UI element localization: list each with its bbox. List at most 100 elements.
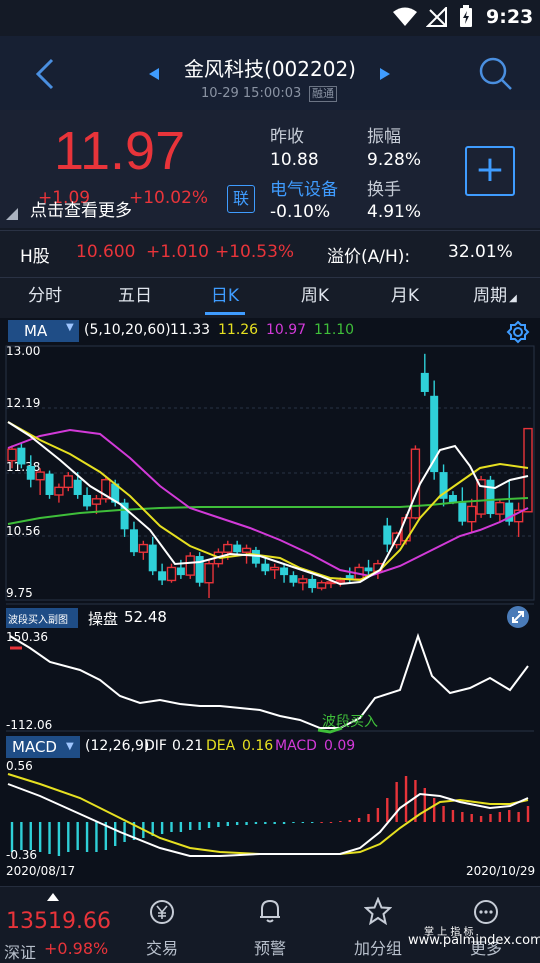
candle-body bbox=[495, 501, 505, 515]
candle-body bbox=[269, 566, 280, 571]
macd-bar bbox=[95, 822, 98, 852]
macd-bar bbox=[85, 822, 89, 852]
tab-monthly-k[interactable]: 月K bbox=[360, 278, 450, 318]
period-tabs: 分时 五日 日K 周K 月K 周期 ◢ bbox=[0, 278, 540, 318]
macd-bar bbox=[29, 822, 32, 850]
macd-bar bbox=[235, 822, 239, 825]
macd-bar bbox=[386, 798, 389, 822]
macd-bar bbox=[461, 812, 464, 822]
sector-change: -0.10% bbox=[270, 202, 331, 222]
sub-indicator-value: 52.48 bbox=[124, 608, 167, 626]
macd-bar bbox=[470, 814, 473, 822]
candle-body bbox=[45, 473, 54, 495]
macd-bar bbox=[273, 822, 276, 824]
macd-bar bbox=[189, 822, 192, 830]
candle-body bbox=[523, 427, 533, 513]
indicator-selector-macd[interactable]: MACD ▼ bbox=[6, 736, 80, 758]
macd-bar bbox=[301, 822, 305, 823]
indicator-selector-sub[interactable]: 波段买入副图 bbox=[6, 608, 78, 628]
dif-label: DIF bbox=[144, 738, 167, 754]
tab-period[interactable]: 周期 ◢ bbox=[450, 278, 540, 318]
macd-value: 0.09 bbox=[324, 738, 356, 754]
linked-badge[interactable]: 联 bbox=[227, 185, 255, 213]
add-watchlist-button[interactable]: + bbox=[465, 146, 515, 196]
candle-body bbox=[364, 567, 373, 572]
dropdown-triangle-icon: ◢ bbox=[509, 293, 517, 304]
macd-bar bbox=[264, 822, 267, 824]
macd-bar bbox=[226, 822, 229, 826]
candle-body bbox=[383, 525, 392, 545]
macd-bar bbox=[245, 822, 248, 825]
candles-group bbox=[7, 353, 533, 598]
macd-bar bbox=[198, 822, 201, 830]
date-start: 2020/08/17 bbox=[6, 864, 76, 878]
more-detail-link[interactable]: 点击查看更多 bbox=[30, 196, 132, 221]
status-bar: 9:23 bbox=[0, 0, 540, 36]
macd-bar bbox=[526, 806, 530, 822]
tab-five-day[interactable]: 五日 bbox=[90, 278, 180, 318]
h-share-row[interactable]: H股 10.600 +1.010 +10.53% 溢价(A/H): 32.01% bbox=[0, 230, 540, 278]
star-icon bbox=[364, 897, 392, 925]
expand-icon[interactable] bbox=[507, 606, 529, 628]
expand-up-icon[interactable] bbox=[47, 893, 59, 901]
nav-add-group[interactable]: 加分组 bbox=[324, 887, 432, 961]
nav-alert-label: 预警 bbox=[253, 939, 286, 958]
tab-daily-k[interactable]: 日K bbox=[180, 278, 270, 318]
date-end: 2020/10/29 bbox=[466, 864, 536, 878]
next-stock-icon[interactable] bbox=[379, 67, 391, 81]
macd-ymax: 0.56 bbox=[6, 759, 33, 773]
operating-line bbox=[9, 632, 529, 729]
candle-body bbox=[476, 479, 486, 515]
search-icon[interactable] bbox=[478, 56, 514, 92]
kline-chart-area[interactable]: MA ▼ (5,10,20,60) 11.33 11.26 10.97 11.1… bbox=[0, 318, 540, 886]
h-share-change: +1.010 bbox=[146, 242, 209, 262]
candle-body bbox=[223, 543, 233, 553]
watermark-line2: www.palmindex.com bbox=[408, 933, 540, 948]
premium-value: 32.01% bbox=[448, 242, 513, 262]
index-name: 深证 bbox=[4, 943, 37, 962]
candle-body bbox=[308, 578, 317, 589]
macd-dropdown-icon: ▼ bbox=[66, 741, 74, 752]
index-value[interactable]: 13519.66 bbox=[6, 909, 111, 934]
candle-body bbox=[185, 555, 195, 576]
candle-body bbox=[129, 529, 138, 553]
nav-trade-label: 交易 bbox=[145, 939, 178, 958]
bottom-nav: 13519.66 深证 +0.98% 交易 预警 加分组 更多 掌 上 指 标 … bbox=[0, 886, 540, 962]
sector-link[interactable]: 电气设备 bbox=[270, 175, 338, 200]
macd-bar bbox=[311, 822, 314, 823]
last-price: 11.97 bbox=[54, 121, 186, 181]
candle-body bbox=[54, 486, 64, 496]
dea-label: DEA bbox=[206, 738, 236, 754]
battery-charging-icon bbox=[460, 5, 472, 27]
price-change-pct: +10.02% bbox=[129, 188, 209, 208]
index-pct: +0.98% bbox=[44, 939, 109, 958]
candle-body bbox=[26, 465, 35, 480]
macd-bar bbox=[451, 810, 455, 822]
macd-bar bbox=[404, 776, 408, 822]
sub-ymin: -112.06 bbox=[6, 718, 53, 732]
prev-close-label: 昨收 bbox=[270, 127, 304, 147]
candle-body bbox=[35, 471, 45, 481]
yen-icon bbox=[150, 900, 174, 924]
candle-body bbox=[138, 543, 149, 553]
premium-label: 溢价(A/H): bbox=[327, 247, 411, 267]
nav-trade[interactable]: 交易 bbox=[108, 887, 216, 961]
tab-weekly-k[interactable]: 周K bbox=[270, 278, 360, 318]
tab-intraday[interactable]: 分时 bbox=[0, 278, 90, 318]
candle-body bbox=[176, 567, 185, 576]
candle-body bbox=[335, 579, 346, 583]
macd-bar bbox=[498, 812, 502, 822]
macd-bar bbox=[67, 822, 70, 852]
candle-body bbox=[148, 544, 157, 572]
nav-alert[interactable]: 预警 bbox=[216, 887, 324, 961]
dif-value: 0.21 bbox=[172, 738, 204, 754]
macd-bar bbox=[114, 822, 117, 846]
candle-body bbox=[83, 494, 92, 507]
candle-body bbox=[166, 566, 177, 582]
macd-bar bbox=[20, 822, 23, 850]
candle-body bbox=[261, 563, 270, 572]
candle-body bbox=[91, 498, 102, 505]
candle-body bbox=[486, 479, 495, 515]
kline-svg bbox=[5, 345, 535, 857]
macd-bar bbox=[217, 822, 220, 827]
